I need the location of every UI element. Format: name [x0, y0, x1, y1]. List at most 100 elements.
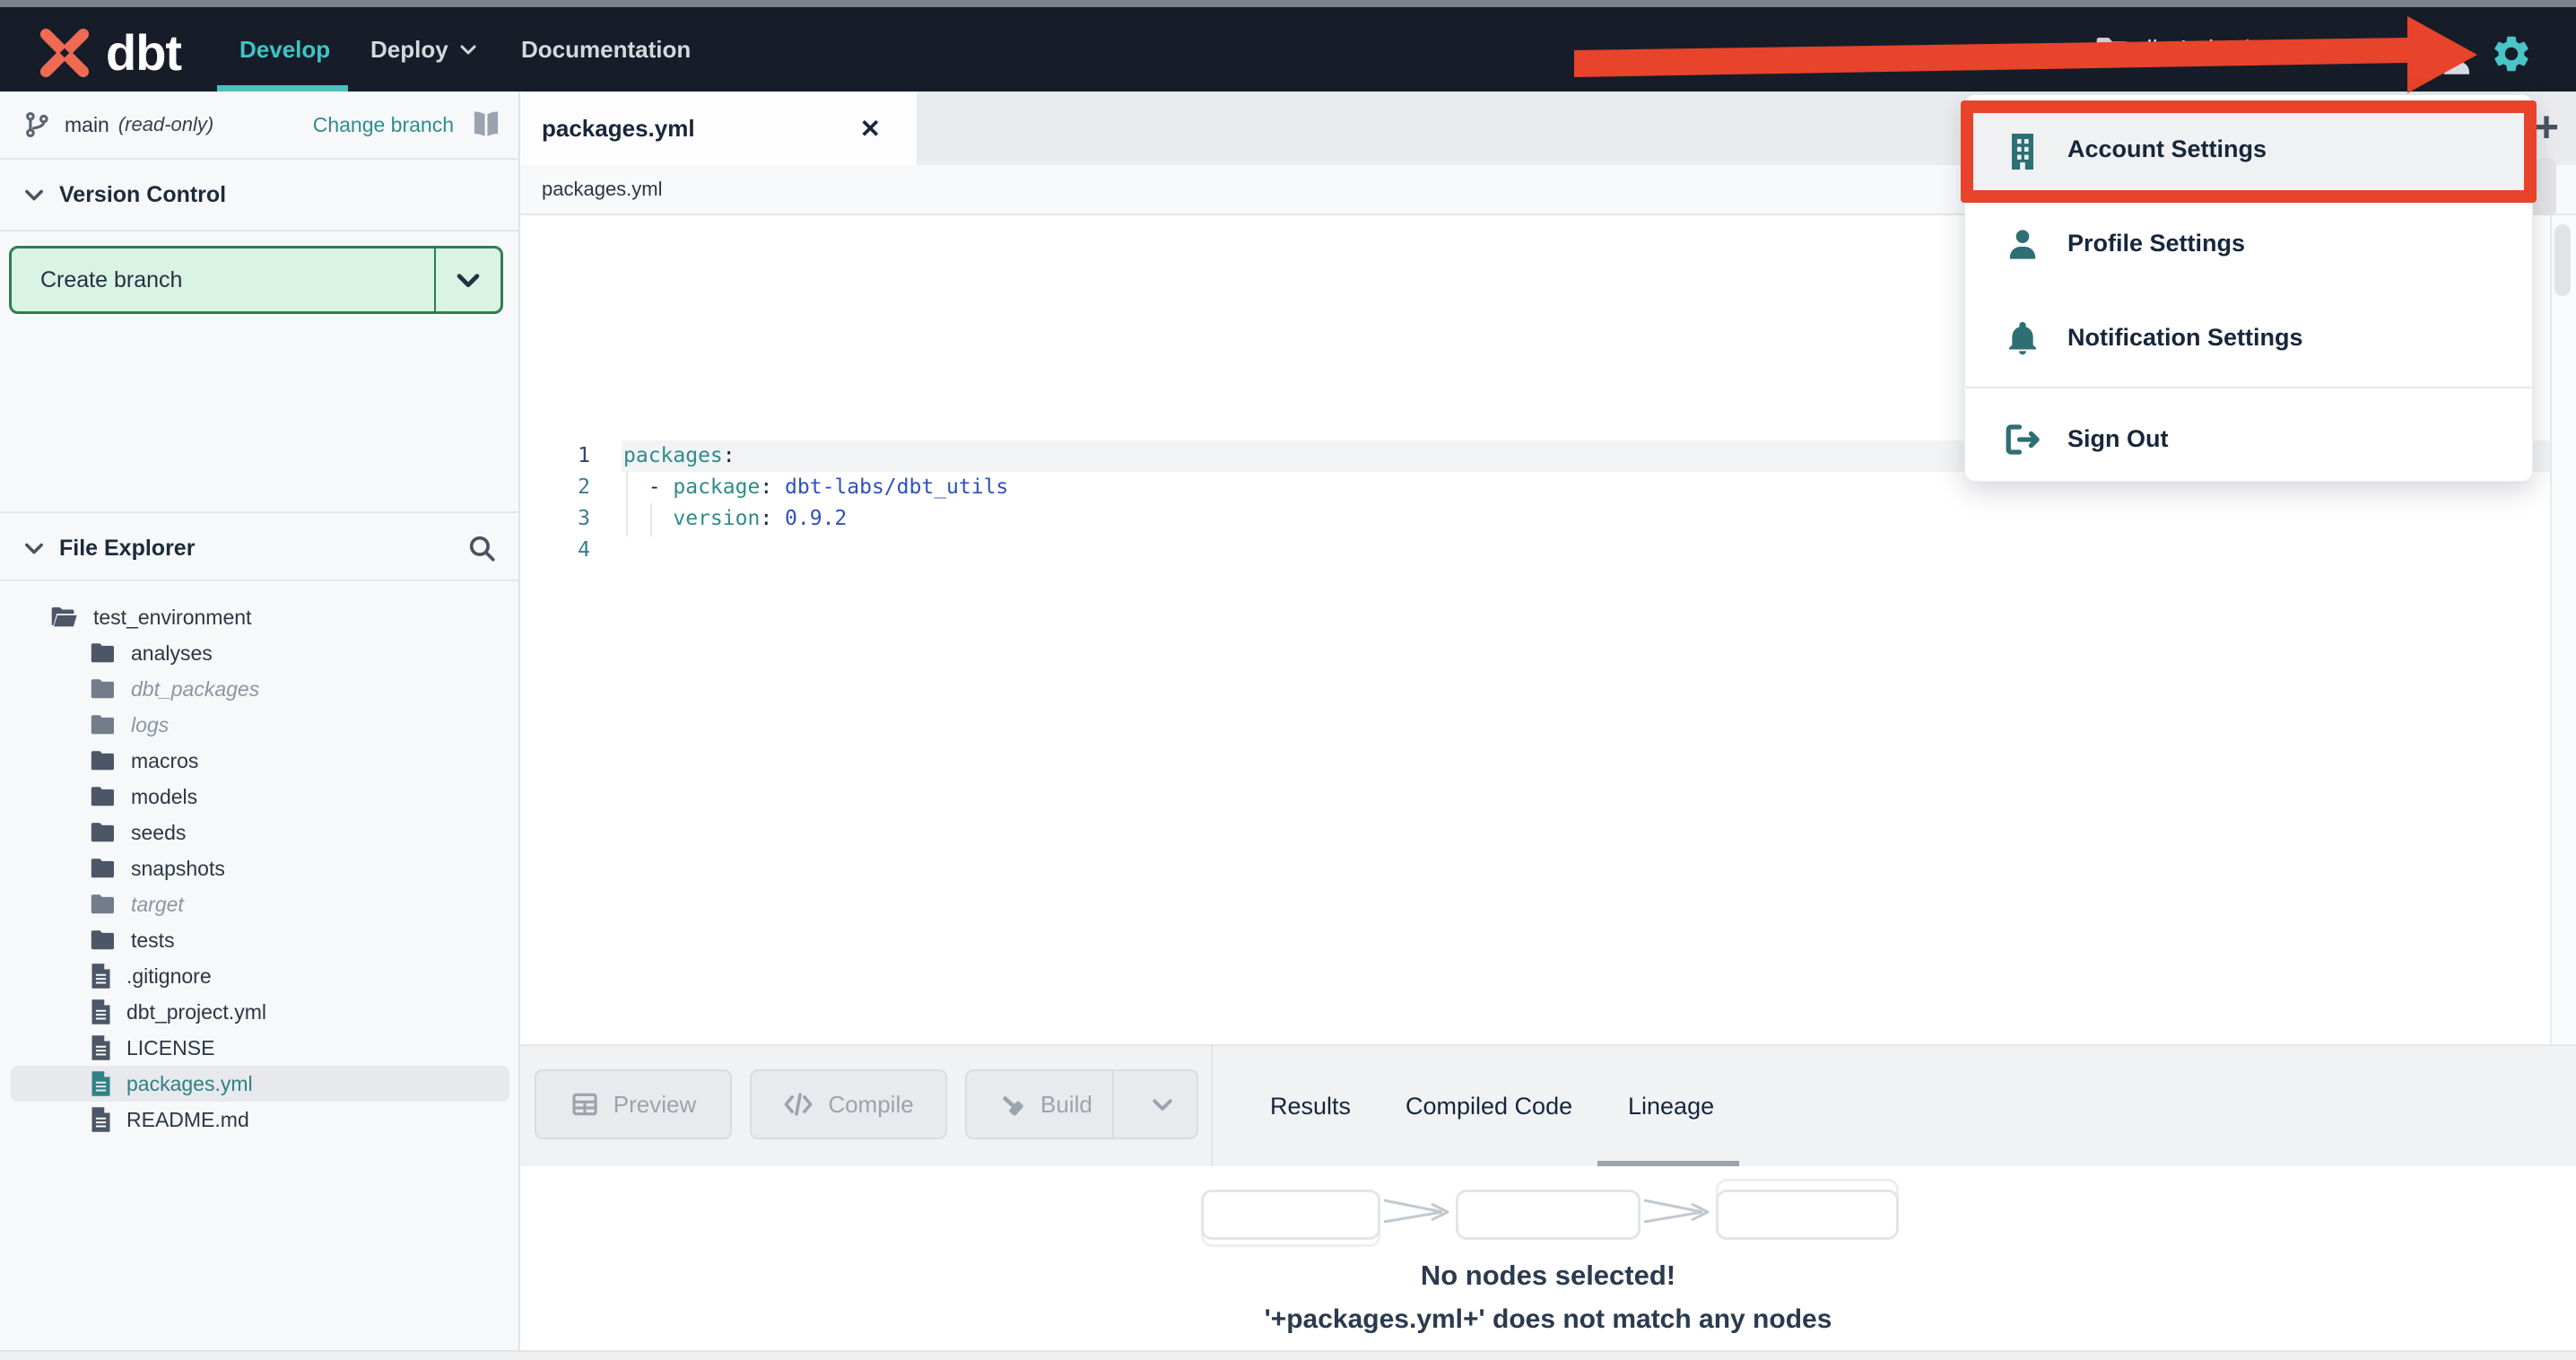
- folder-icon: [90, 642, 117, 664]
- building-icon: [2003, 130, 2042, 170]
- sign-out-icon: [2003, 422, 2042, 458]
- account-dropdown-menu: Account Settings Profile Settings Notifi…: [1964, 94, 2533, 482]
- tree-item-logs[interactable]: logs: [0, 707, 520, 743]
- user-avatar-icon[interactable]: [2438, 41, 2476, 79]
- active-nav-underline: [217, 85, 348, 92]
- chevron-down-icon: [22, 536, 47, 561]
- create-branch-caret[interactable]: [436, 265, 500, 295]
- tree-item-tests[interactable]: tests: [0, 922, 520, 958]
- folder-icon: [90, 678, 117, 700]
- file-icon: [90, 1034, 112, 1061]
- file-icon: [90, 1070, 112, 1097]
- account-context[interactable]: dbt Labs / Analytics: [2138, 7, 2354, 92]
- file-icon: [90, 963, 112, 989]
- code-line-4[interactable]: 4: [520, 535, 2550, 566]
- branch-readonly-label: (read-only): [117, 113, 214, 135]
- menu-item-account-settings[interactable]: Account Settings: [1965, 102, 2532, 196]
- chevron-down-icon: [22, 182, 47, 207]
- scroll-indicator[interactable]: [2533, 158, 2556, 217]
- tab-packages-yml[interactable]: packages.yml ✕: [520, 92, 917, 165]
- docs-book-icon[interactable]: [470, 110, 502, 139]
- folder-icon: [90, 929, 117, 951]
- tree-item-snapshots[interactable]: snapshots: [0, 850, 520, 886]
- folder-icon: [90, 822, 117, 843]
- sidebar: main (read-only) Change branch Version C…: [0, 92, 520, 1360]
- tree-item-macros[interactable]: macros: [0, 743, 520, 779]
- person-icon: [2003, 225, 2042, 263]
- file-tree: test_environment analyses dbt_packages l…: [0, 599, 520, 1138]
- tree-item-packages-yml[interactable]: packages.yml: [11, 1066, 509, 1102]
- chevron-down-icon: [457, 39, 479, 60]
- menu-divider: [1965, 387, 2532, 388]
- nav-deploy[interactable]: Deploy: [370, 7, 479, 92]
- branch-row: main (read-only) Change branch: [0, 92, 520, 158]
- bottom-strip: [0, 1350, 2576, 1360]
- tree-item-seeds[interactable]: seeds: [0, 815, 520, 850]
- settings-gear-icon[interactable]: [2490, 32, 2533, 75]
- tree-item-gitignore[interactable]: .gitignore: [0, 958, 520, 994]
- create-branch-button[interactable]: Create branch: [9, 246, 503, 314]
- editor-scrollbar-thumb[interactable]: [2554, 224, 2571, 296]
- code-line-3[interactable]: 3 version: 0.9.2: [520, 503, 2550, 535]
- dbt-logo-icon: [36, 23, 93, 83]
- file-icon: [90, 1106, 112, 1133]
- line-number: 1: [578, 444, 590, 467]
- tree-item-dbt-project-yml[interactable]: dbt_project.yml: [0, 994, 520, 1030]
- menu-item-notification-settings[interactable]: Notification Settings: [1965, 291, 2532, 385]
- lineage-empty-subtitle: '+packages.yml+' does not match any node…: [1264, 1304, 1832, 1334]
- build-options-caret[interactable]: [1128, 1071, 1197, 1138]
- tree-item-analyses[interactable]: analyses: [0, 635, 520, 671]
- folder-icon: [90, 786, 117, 807]
- line-number: 2: [578, 475, 590, 499]
- tab-lineage[interactable]: Lineage: [1628, 1046, 1714, 1166]
- tree-item-dbt-packages[interactable]: dbt_packages: [0, 671, 520, 707]
- menu-item-profile-settings[interactable]: Profile Settings: [1965, 196, 2532, 291]
- file-explorer-header[interactable]: File Explorer: [0, 513, 520, 583]
- dbt-logo-text: dbt: [106, 24, 182, 81]
- code-icon: [783, 1091, 814, 1118]
- top-navbar: dbt Develop Deploy Documentation dbt Lab…: [0, 7, 2576, 92]
- button-separator: [1112, 1071, 1114, 1138]
- divider: [0, 230, 520, 231]
- tree-root[interactable]: test_environment: [0, 599, 520, 635]
- divider: [0, 580, 520, 581]
- folder-open-icon: [50, 606, 79, 629]
- folder-icon: [90, 714, 117, 736]
- tab-compiled-code[interactable]: Compiled Code: [1405, 1046, 1572, 1166]
- folder-icon: [90, 858, 117, 879]
- search-icon[interactable]: [466, 533, 497, 563]
- tree-item-license[interactable]: LICENSE: [0, 1030, 520, 1066]
- tree-item-models[interactable]: models: [0, 779, 520, 815]
- lineage-canvas[interactable]: No nodes selected! '+packages.yml+' does…: [520, 1166, 2576, 1350]
- menu-item-sign-out[interactable]: Sign Out: [1965, 397, 2532, 481]
- tree-item-readme[interactable]: README.md: [0, 1102, 520, 1138]
- git-branch-icon: [22, 109, 52, 140]
- action-bar: Preview Compile Build Results Compiled C…: [520, 1044, 2576, 1168]
- tab-results[interactable]: Results: [1270, 1046, 1351, 1166]
- panel-divider: [1211, 1046, 1213, 1166]
- file-icon: [90, 998, 112, 1025]
- build-button[interactable]: Build: [965, 1069, 1198, 1139]
- line-number: 3: [578, 507, 590, 530]
- close-tab-icon[interactable]: ✕: [860, 114, 881, 144]
- dbt-cloud-ide: dbt Develop Deploy Documentation dbt Lab…: [0, 0, 2576, 1360]
- breadcrumb-file[interactable]: packages.yml: [542, 178, 663, 201]
- dbt-logo[interactable]: dbt: [36, 23, 182, 83]
- editor-scrollbar[interactable]: [2550, 215, 2576, 1044]
- window-top-strip: [0, 0, 2576, 7]
- current-branch-name: main: [65, 112, 109, 136]
- change-branch-link[interactable]: Change branch: [313, 113, 454, 137]
- project-folder-icon: [2095, 36, 2131, 66]
- bell-icon: [2003, 319, 2042, 357]
- hammer-icon: [997, 1090, 1026, 1119]
- tree-item-target[interactable]: target: [0, 886, 520, 922]
- grid-icon: [570, 1090, 599, 1119]
- line-number: 4: [578, 538, 590, 562]
- nav-develop[interactable]: Develop: [239, 7, 330, 92]
- compile-button[interactable]: Compile: [750, 1069, 947, 1139]
- preview-button[interactable]: Preview: [535, 1069, 732, 1139]
- folder-icon: [90, 750, 117, 772]
- version-control-header[interactable]: Version Control: [0, 160, 520, 230]
- nav-documentation[interactable]: Documentation: [521, 7, 691, 92]
- folder-icon: [90, 894, 117, 915]
